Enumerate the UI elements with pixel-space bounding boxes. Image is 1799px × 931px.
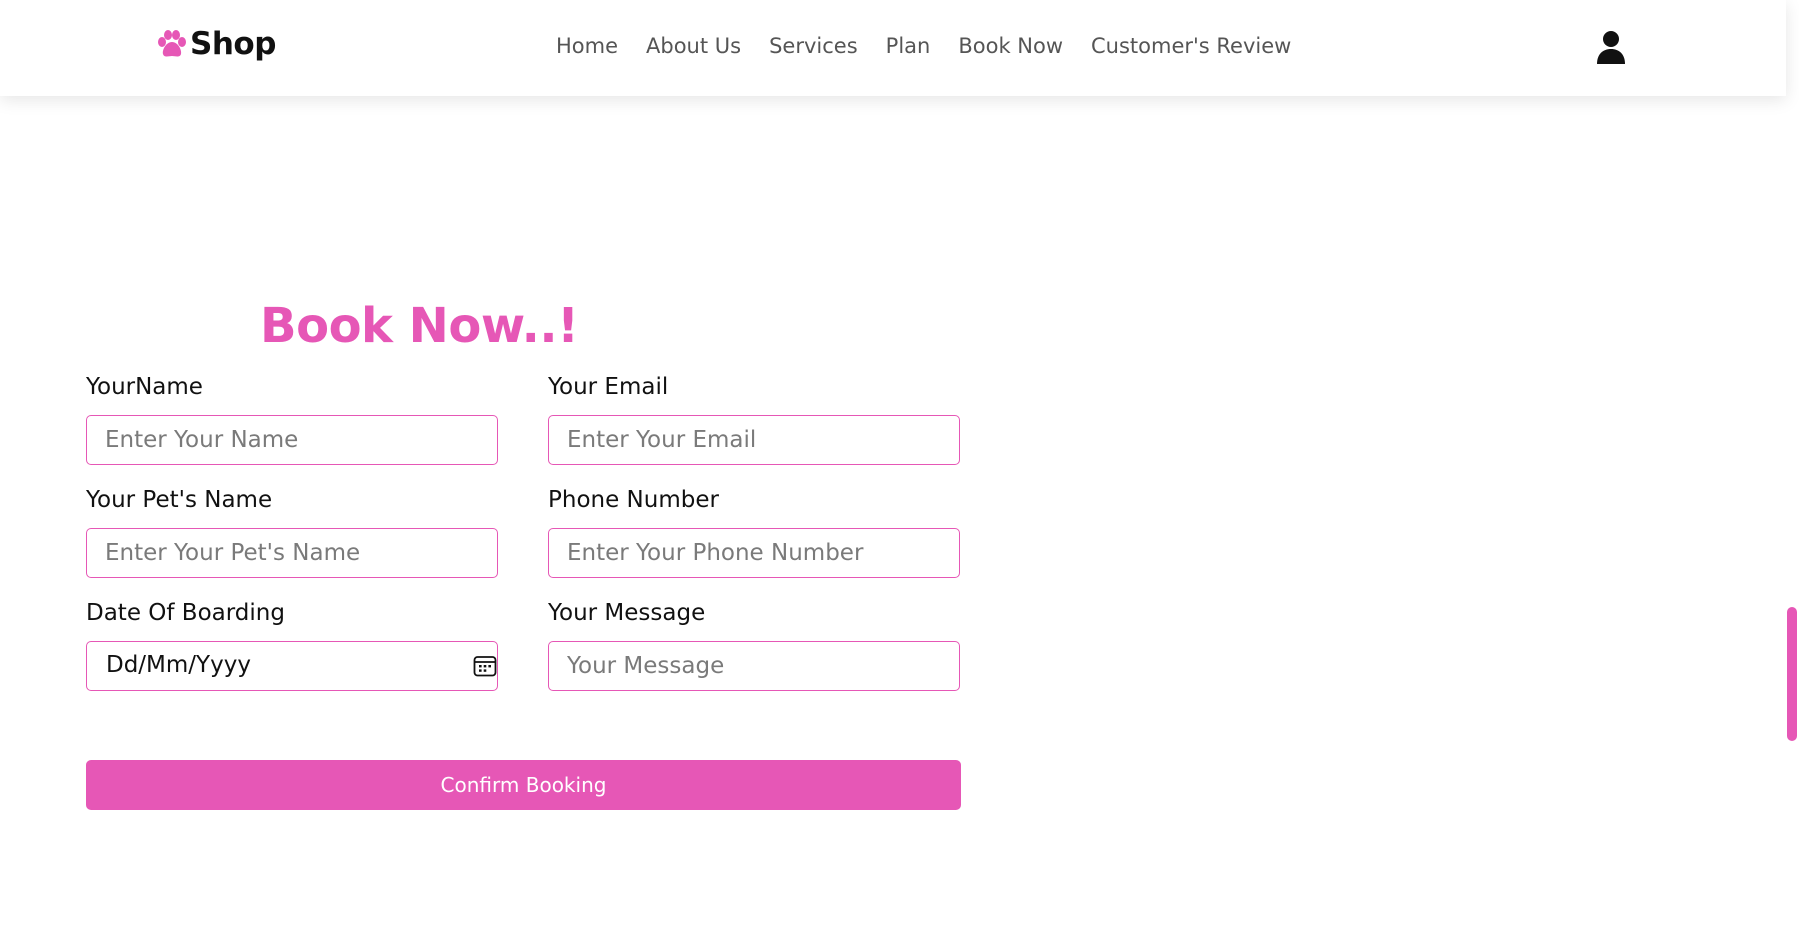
nav-customers-review[interactable]: Customer's Review [1091, 34, 1291, 58]
phone-label: Phone Number [548, 487, 719, 513]
scrollbar-track[interactable] [1786, 0, 1799, 931]
date-value: Dd/Mm/Yyyy [106, 652, 251, 678]
name-label: YourName [86, 374, 203, 400]
pet-name-label: Your Pet's Name [86, 487, 273, 513]
form-title: Book Now..! [260, 298, 579, 354]
name-input[interactable] [86, 415, 498, 465]
date-label: Date Of Boarding [86, 600, 285, 626]
user-icon[interactable] [1596, 30, 1626, 70]
brand-logo[interactable]: Shop [156, 26, 276, 62]
nav-about-us[interactable]: About Us [646, 34, 741, 58]
email-input[interactable] [548, 415, 960, 465]
main-nav: Home About Us Services Plan Book Now Cus… [556, 34, 1319, 58]
confirm-booking-button[interactable]: Confirm Booking [86, 760, 961, 810]
message-label: Your Message [548, 600, 706, 626]
calendar-icon[interactable] [473, 655, 497, 681]
paw-icon [158, 30, 186, 57]
nav-services[interactable]: Services [769, 34, 858, 58]
email-label: Your Email [548, 374, 669, 400]
navbar: Shop Home About Us Services Plan Book No… [0, 0, 1786, 96]
nav-plan[interactable]: Plan [886, 34, 931, 58]
nav-book-now[interactable]: Book Now [958, 34, 1063, 58]
pet-name-input[interactable] [86, 528, 498, 578]
scrollbar-thumb[interactable] [1787, 607, 1797, 741]
page: Shop Home About Us Services Plan Book No… [0, 0, 1799, 931]
phone-input[interactable] [548, 528, 960, 578]
message-input[interactable] [548, 641, 960, 691]
brand-name: Shop [190, 26, 276, 62]
nav-home[interactable]: Home [556, 34, 618, 58]
date-input[interactable]: Dd/Mm/Yyyy [86, 641, 498, 691]
